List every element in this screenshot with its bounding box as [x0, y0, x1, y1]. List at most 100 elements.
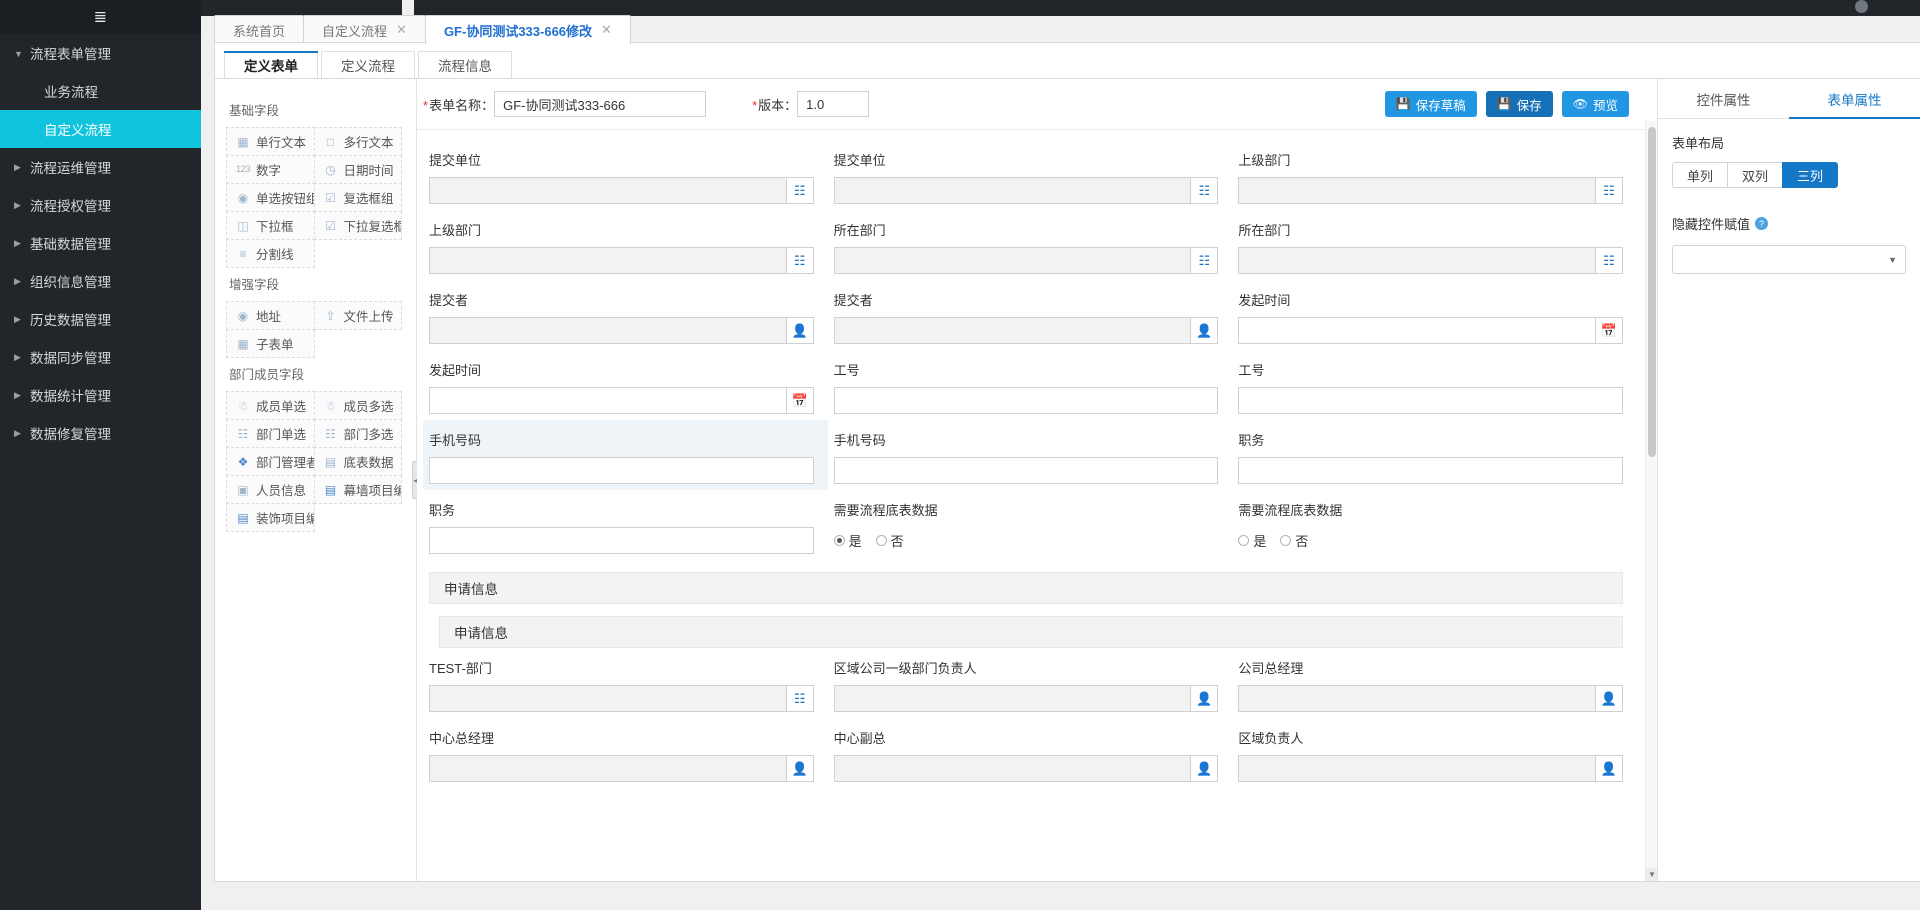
org-tree-icon[interactable]: ☷: [1191, 247, 1219, 274]
field-input[interactable]: [1238, 177, 1596, 204]
scroll-down-arrow-icon[interactable]: ▼: [1646, 868, 1657, 881]
user-picker-icon[interactable]: 👤: [786, 317, 814, 344]
field-input[interactable]: [1238, 387, 1623, 414]
form-field-employee-no-1[interactable]: 工号: [828, 350, 1233, 420]
form-field-position-1[interactable]: 职务: [1232, 420, 1637, 490]
palette-item-member-multi[interactable]: ☃ 成员多选: [313, 391, 402, 420]
tab-define-process[interactable]: 定义流程: [321, 51, 415, 78]
form-field-mobile-1[interactable]: 手机号码: [423, 420, 828, 490]
palette-item-decoration-project-code[interactable]: ▤ 装饰项目编码: [226, 503, 315, 532]
preview-button[interactable]: 👁 预览: [1561, 91, 1629, 117]
form-field-submitter-2[interactable]: 提交者 👤: [828, 280, 1233, 350]
field-input[interactable]: [429, 457, 814, 484]
org-tree-icon[interactable]: ☷: [1595, 247, 1623, 274]
user-picker-icon[interactable]: 👤: [1595, 685, 1623, 712]
form-field-position-2[interactable]: 职务: [423, 490, 828, 560]
field-input[interactable]: [429, 685, 787, 712]
form-field-need-base-table-2[interactable]: 需要流程底表数据 是 否: [1232, 490, 1637, 560]
tab-control-properties[interactable]: 控件属性: [1658, 79, 1789, 118]
sidebar-item-business-process[interactable]: 业务流程: [0, 72, 201, 110]
scrollbar-thumb[interactable]: [1648, 127, 1656, 457]
close-icon[interactable]: ✕: [601, 22, 612, 38]
field-input[interactable]: [1238, 317, 1596, 344]
section-band-apply-info-1[interactable]: 申请信息: [429, 572, 1623, 604]
form-field-mobile-2[interactable]: 手机号码: [828, 420, 1233, 490]
form-field-parent-dept-2[interactable]: 上级部门 ☷: [423, 210, 828, 280]
palette-item-dept-single[interactable]: ☷ 部门单选: [226, 419, 315, 448]
user-picker-icon[interactable]: 👤: [1191, 685, 1219, 712]
field-input[interactable]: [833, 177, 1192, 204]
sidebar-item-base-data-mgmt[interactable]: ▶ 基础数据管理: [0, 224, 201, 262]
user-picker-icon[interactable]: 👤: [1595, 755, 1623, 782]
save-draft-button[interactable]: 💾 保存草稿: [1384, 91, 1477, 117]
form-field-submitter-1[interactable]: 提交者 👤: [423, 280, 828, 350]
user-picker-icon[interactable]: 👤: [1191, 755, 1219, 782]
form-field-center-deputy[interactable]: 中心副总 👤: [828, 718, 1233, 788]
layout-option-single-column[interactable]: 单列: [1672, 162, 1729, 188]
close-icon[interactable]: ✕: [396, 22, 407, 38]
radio-option-yes[interactable]: 是: [1238, 531, 1266, 550]
org-tree-icon[interactable]: ☷: [1191, 177, 1219, 204]
field-input[interactable]: [1238, 755, 1596, 782]
palette-item-base-table-data[interactable]: ▤ 底表数据: [313, 447, 402, 476]
field-input[interactable]: [833, 685, 1192, 712]
field-input[interactable]: [1238, 457, 1623, 484]
palette-item-dropdown[interactable]: ◫ 下拉框: [226, 211, 315, 240]
palette-item-single-line-text[interactable]: ▦ 单行文本: [226, 127, 315, 156]
sidebar-item-data-repair-mgmt[interactable]: ▶ 数据修复管理: [0, 414, 201, 452]
palette-item-curtain-project-code[interactable]: ▤ 幕墙项目编码: [313, 475, 402, 504]
palette-item-member-single[interactable]: ☃ 成员单选: [226, 391, 315, 420]
form-field-current-dept-2[interactable]: 所在部门 ☷: [1232, 210, 1637, 280]
org-tree-icon[interactable]: ☷: [1595, 177, 1623, 204]
browser-tab-custom-process[interactable]: 自定义流程 ✕: [303, 15, 426, 44]
user-picker-icon[interactable]: 👤: [1191, 317, 1219, 344]
radio-option-yes[interactable]: 是: [833, 531, 862, 550]
sidebar-item-data-stats-mgmt[interactable]: ▶ 数据统计管理: [0, 376, 201, 414]
sidebar-item-process-ops-mgmt[interactable]: ▶ 流程运维管理: [0, 148, 201, 186]
help-icon[interactable]: ?: [1755, 217, 1769, 230]
org-tree-icon[interactable]: ☷: [786, 247, 814, 274]
palette-item-subform[interactable]: ▦ 子表单: [226, 329, 315, 358]
field-input[interactable]: [833, 387, 1219, 414]
field-input[interactable]: [1238, 685, 1596, 712]
form-field-start-time-2[interactable]: 发起时间 📅: [423, 350, 828, 420]
org-tree-icon[interactable]: ☷: [786, 177, 814, 204]
form-field-company-gm[interactable]: 公司总经理 👤: [1232, 648, 1637, 718]
form-field-test-dept[interactable]: TEST-部门 ☷: [423, 648, 828, 718]
field-input[interactable]: [833, 457, 1219, 484]
version-input[interactable]: [797, 91, 870, 117]
sidebar-item-custom-process[interactable]: 自定义流程: [0, 110, 201, 148]
palette-item-divider[interactable]: ≡ 分割线: [226, 239, 315, 268]
sidebar-item-history-data-mgmt[interactable]: ▶ 历史数据管理: [0, 300, 201, 338]
radio-option-no[interactable]: 否: [1280, 531, 1308, 550]
palette-item-dept-manager-info[interactable]: ❖ 部门管理者信: [226, 447, 315, 476]
palette-item-dept-multi[interactable]: ☷ 部门多选: [313, 419, 402, 448]
palette-item-multi-line-text[interactable]: □ 多行文本: [313, 127, 402, 156]
tab-process-info[interactable]: 流程信息: [418, 51, 512, 78]
field-input[interactable]: [429, 317, 787, 344]
sidebar-item-org-info-mgmt[interactable]: ▶ 组织信息管理: [0, 262, 201, 300]
field-input[interactable]: [429, 755, 787, 782]
palette-item-file-upload[interactable]: ⇧ 文件上传: [313, 301, 402, 330]
field-input[interactable]: [429, 387, 787, 414]
calendar-icon[interactable]: 📅: [786, 387, 814, 414]
hidden-assign-select[interactable]: ▼: [1672, 245, 1906, 274]
browser-tab-home[interactable]: 系统首页: [214, 15, 305, 44]
field-input[interactable]: [833, 755, 1192, 782]
form-name-input[interactable]: [494, 91, 707, 117]
field-input[interactable]: [429, 247, 787, 274]
field-input[interactable]: [1238, 247, 1596, 274]
form-field-employee-no-2[interactable]: 工号: [1232, 350, 1637, 420]
browser-tab-current-form[interactable]: GF-协同测试333-666修改 ✕: [424, 15, 631, 44]
layout-option-three-column[interactable]: 三列: [1782, 162, 1839, 188]
canvas-scrollbar[interactable]: ▼: [1645, 121, 1657, 881]
form-field-parent-dept-1[interactable]: 上级部门 ☷: [1232, 140, 1637, 210]
user-picker-icon[interactable]: 👤: [786, 755, 814, 782]
tab-define-form[interactable]: 定义表单: [224, 51, 318, 78]
palette-item-radio-group[interactable]: ◉ 单选按钮组: [226, 183, 315, 212]
palette-item-checkbox-group[interactable]: ☑ 复选框组: [313, 183, 402, 212]
menu-icon[interactable]: ≣: [94, 7, 107, 27]
avatar[interactable]: [1855, 0, 1868, 13]
calendar-icon[interactable]: 📅: [1595, 317, 1623, 344]
field-input[interactable]: [429, 527, 814, 554]
